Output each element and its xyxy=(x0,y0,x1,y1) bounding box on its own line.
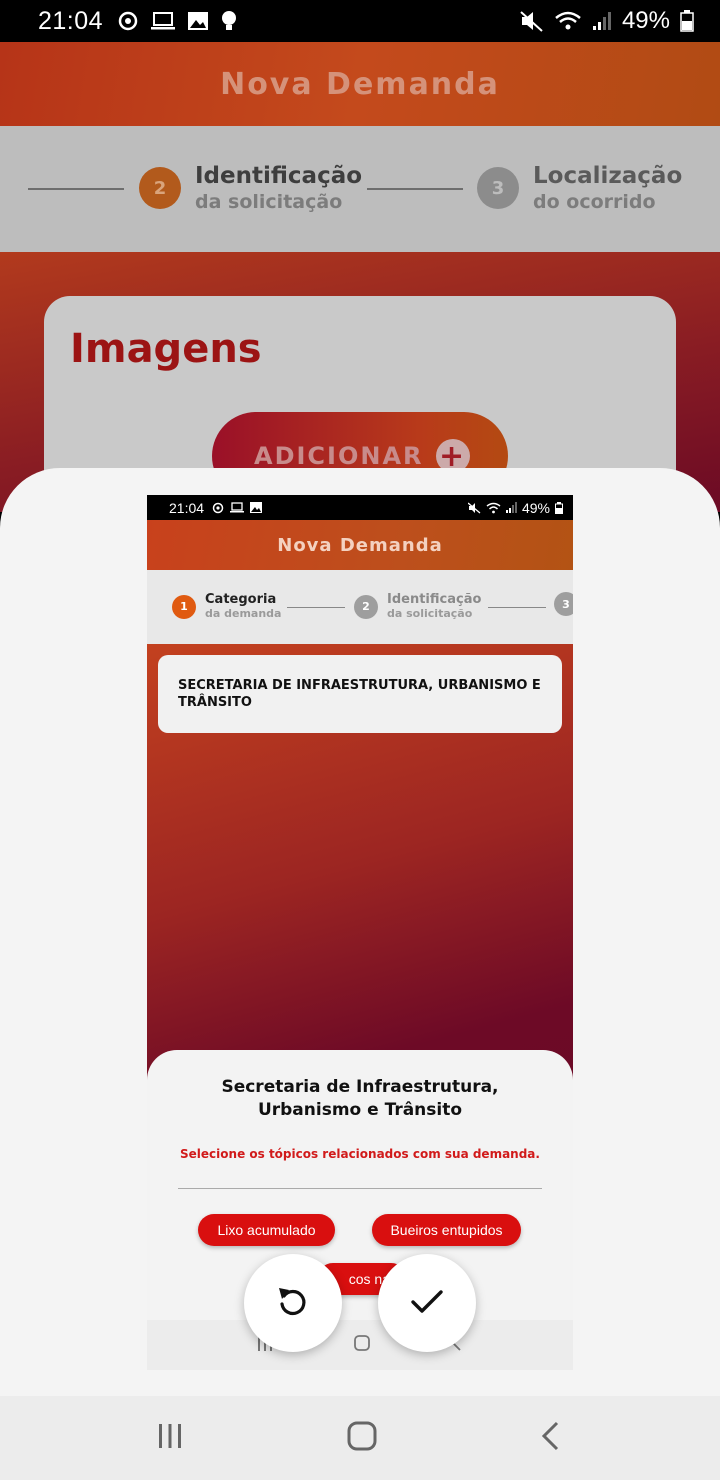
confirm-button[interactable] xyxy=(378,1254,476,1352)
check-icon xyxy=(408,1282,446,1324)
preview-step-1-sublabel: da demanda xyxy=(205,607,282,620)
preview-step-1: 1 Categoria da demanda xyxy=(172,592,281,621)
navigation-bar xyxy=(0,1396,720,1480)
step-3-number: 3 xyxy=(477,167,519,209)
step-2[interactable]: 2 Identificação da solicitação xyxy=(139,162,362,214)
app-header: Nova Demanda xyxy=(0,42,720,126)
preview-header: Nova Demanda xyxy=(147,520,573,570)
stepper: a a 2 Identificação da solicitação 3 Loc… xyxy=(0,126,720,252)
step-2-number: 2 xyxy=(139,167,181,209)
battery-icon xyxy=(680,10,694,32)
home-icon xyxy=(353,1333,371,1357)
preview-category-card: SECRETARIA DE INFRAESTRUTURA, URBANISMO … xyxy=(158,655,562,733)
add-image-label: ADICIONAR xyxy=(254,442,424,470)
back-icon[interactable] xyxy=(540,1420,562,1456)
sync-icon xyxy=(212,502,224,514)
preview-status-time: 21:04 xyxy=(169,499,205,516)
topic-chip: Lixo acumulado xyxy=(198,1214,335,1246)
preview-stepper: 1 Categoria da demanda 2 Identificação d… xyxy=(147,570,573,644)
preview-sheet-heading-line1: Secretaria de Infraestrutura, xyxy=(221,1077,499,1097)
preview-sheet-heading-line2: Urbanismo e Trânsito xyxy=(257,1100,463,1120)
preview-step-2-sublabel: da solicitação xyxy=(387,607,473,620)
preview-sheet-heading: Secretaria de Infraestrutura, Urbanismo … xyxy=(147,1076,573,1122)
lightbulb-icon xyxy=(221,10,237,32)
status-bar: 21:04 49% xyxy=(0,0,720,42)
preview-nav-bar xyxy=(147,1320,573,1370)
step-2-label: Identificação xyxy=(195,163,363,189)
mute-icon xyxy=(520,10,544,32)
images-heading: Imagens xyxy=(70,326,262,372)
signal-icon xyxy=(592,11,612,31)
home-icon[interactable] xyxy=(346,1420,378,1456)
step-connector xyxy=(367,188,463,190)
preview-topics-sheet: Secretaria de Infraestrutura, Urbanismo … xyxy=(147,1050,573,1320)
step-3[interactable]: 3 Localização do ocorrido xyxy=(477,162,682,214)
preview-sheet-hint: Selecione os tópicos relacionados com su… xyxy=(180,1147,540,1161)
preview-page-title: Nova Demanda xyxy=(277,534,443,556)
step-3-label: Localização xyxy=(533,163,683,189)
wifi-icon xyxy=(486,502,501,514)
retake-button[interactable] xyxy=(244,1254,342,1352)
laptop-icon xyxy=(151,11,176,31)
laptop-icon xyxy=(230,502,245,513)
image-icon xyxy=(187,11,209,31)
preview-battery-percent: 49% xyxy=(521,499,550,516)
preview-step-3-number: 3 xyxy=(554,592,573,616)
preview-step-2: 2 Identificação da solicitação xyxy=(354,592,481,621)
step-connector xyxy=(28,188,124,190)
preview-step-1-number: 1 xyxy=(172,594,196,619)
wifi-icon xyxy=(554,10,582,32)
step-2-sublabel: da solicitação xyxy=(195,191,343,213)
battery-percent: 49% xyxy=(621,7,670,34)
topic-chip: Bueiros entupidos xyxy=(372,1214,521,1246)
preview-step-2-label: Identificação xyxy=(387,592,482,607)
recent-apps-icon[interactable] xyxy=(156,1422,184,1454)
battery-icon xyxy=(555,501,563,514)
signal-icon xyxy=(505,502,517,513)
mute-icon xyxy=(467,502,481,514)
rotate-left-icon xyxy=(274,1282,312,1324)
status-time: 21:04 xyxy=(38,6,104,35)
step-connector xyxy=(488,607,546,608)
screenshot-preview: 21:04 49% Nova Demanda 1 Categoria da de… xyxy=(147,495,573,1370)
preview-step-1-label: Categoria xyxy=(205,592,277,607)
divider xyxy=(178,1188,542,1189)
preview-step-3: 3 xyxy=(554,592,573,616)
step-connector xyxy=(287,607,345,608)
page-title: Nova Demanda xyxy=(220,66,500,102)
image-icon xyxy=(250,502,263,513)
preview-step-2-number: 2 xyxy=(354,594,378,619)
step-3-sublabel: do ocorrido xyxy=(533,191,656,213)
preview-status-bar: 21:04 49% xyxy=(147,495,573,520)
sync-icon xyxy=(117,10,139,32)
